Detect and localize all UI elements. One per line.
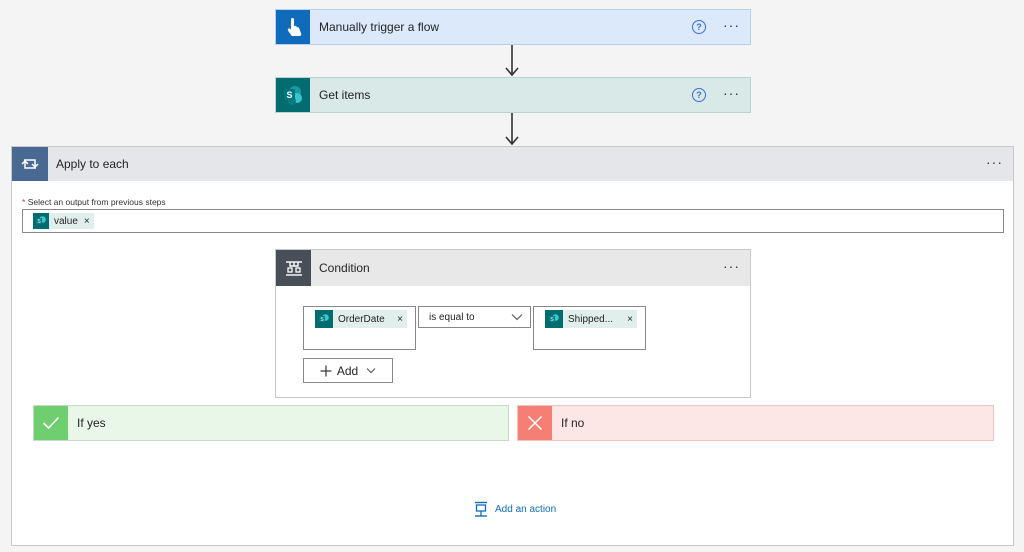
sharepoint-icon: S xyxy=(545,310,563,328)
chevron-down-icon xyxy=(511,314,523,321)
remove-token-icon[interactable]: × xyxy=(627,314,633,325)
dynamic-token-shipped[interactable]: S Shipped... × xyxy=(545,310,637,328)
svg-text:S: S xyxy=(286,90,292,100)
touch-icon xyxy=(287,18,302,36)
apply-to-each-header[interactable]: Apply to each ··· xyxy=(12,147,1013,181)
remove-token-icon[interactable]: × xyxy=(397,314,403,325)
more-icon[interactable]: ··· xyxy=(721,259,742,277)
apply-to-each-card[interactable]: Apply to each ··· * Select an output fro… xyxy=(11,146,1014,546)
trigger-card[interactable]: Manually trigger a flow ? ··· xyxy=(275,9,751,45)
more-icon[interactable]: ··· xyxy=(721,86,742,104)
add-action-label: Add an action xyxy=(495,503,557,515)
if-yes-branch[interactable]: If yes xyxy=(33,405,509,441)
left-operand-input[interactable]: S OrderDate × xyxy=(303,306,416,350)
plus-icon xyxy=(320,365,332,376)
if-yes-tile xyxy=(34,406,68,440)
more-icon[interactable]: ··· xyxy=(984,155,1005,173)
loop-icon xyxy=(21,159,39,169)
sharepoint-icon: S xyxy=(315,310,333,328)
get-items-card[interactable]: S Get items ? ··· xyxy=(275,77,751,113)
trigger-title: Manually trigger a flow xyxy=(319,20,440,34)
close-icon xyxy=(527,415,543,431)
if-no-tile xyxy=(518,406,552,440)
if-no-branch[interactable]: If no xyxy=(517,405,994,441)
help-icon[interactable]: ? xyxy=(692,88,706,102)
loop-tile xyxy=(12,147,48,181)
add-button[interactable]: Add xyxy=(303,358,393,383)
required-mark: * xyxy=(22,197,26,207)
operator-value: is equal to xyxy=(429,311,475,323)
condition-card[interactable]: Condition ··· S OrderDate × is equal to xyxy=(275,249,751,398)
check-icon xyxy=(42,416,60,430)
add-action-icon xyxy=(475,501,487,517)
apply-to-each-title: Apply to each xyxy=(56,157,129,171)
condition-icon xyxy=(285,261,302,276)
right-operand-input[interactable]: S Shipped... × xyxy=(533,306,646,350)
dynamic-token-value[interactable]: S value × xyxy=(33,213,94,229)
connector-arrow xyxy=(505,113,519,146)
condition-header[interactable]: Condition ··· xyxy=(276,250,750,286)
add-action-link[interactable]: Add an action xyxy=(473,501,556,517)
remove-token-icon[interactable]: × xyxy=(84,216,90,227)
trigger-tile xyxy=(276,10,310,44)
output-label: * Select an output from previous steps xyxy=(22,197,166,207)
chevron-down-icon xyxy=(366,368,376,374)
help-icon[interactable]: ? xyxy=(692,20,706,34)
if-yes-label: If yes xyxy=(77,416,106,430)
more-icon[interactable]: ··· xyxy=(721,18,742,36)
get-items-title: Get items xyxy=(319,88,371,102)
add-button-label: Add xyxy=(336,363,359,378)
dynamic-token-orderdate[interactable]: S OrderDate × xyxy=(315,310,407,328)
sharepoint-tile: S xyxy=(276,78,310,112)
operator-select[interactable]: is equal to xyxy=(418,306,531,328)
condition-tile xyxy=(276,250,311,286)
output-input[interactable]: S value × xyxy=(22,209,1004,233)
condition-title: Condition xyxy=(319,261,370,275)
connector-arrow xyxy=(505,45,519,77)
sharepoint-icon: S xyxy=(284,86,302,105)
if-no-label: If no xyxy=(561,416,585,430)
sharepoint-icon: S xyxy=(33,213,49,229)
